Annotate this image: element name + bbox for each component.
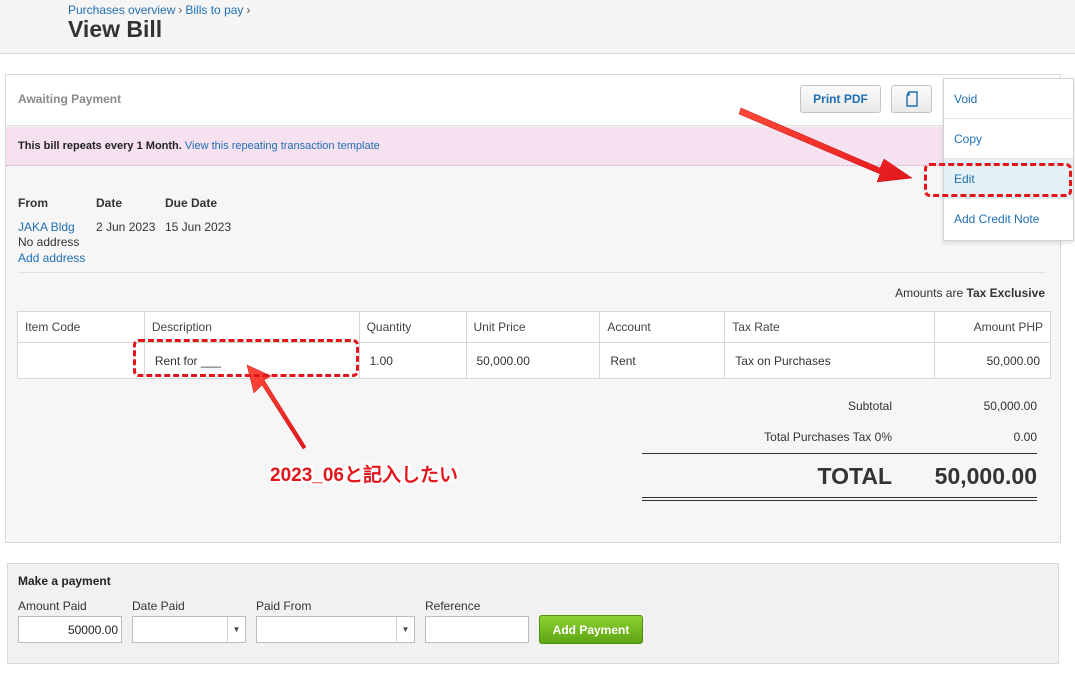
date-paid-input[interactable]: ▼ (132, 616, 246, 643)
annotation-note: 2023_06と記入したい (270, 465, 458, 486)
total-top-rule (642, 453, 1037, 454)
cell-quantity: 1.00 (358, 342, 467, 379)
cell-item-code (17, 342, 145, 379)
column-header-tax-rate: Tax Rate (724, 311, 936, 343)
amount-paid-value: 50000.00 (67, 622, 118, 637)
chevron-down-icon[interactable]: ▼ (227, 617, 245, 642)
table-header-row: Item Code Description Quantity Unit Pric… (17, 311, 1051, 343)
column-header-amount: Amount PHP (934, 311, 1051, 343)
bill-due-date: 15 Jun 2023 (165, 220, 232, 234)
tax-value: 0.00 (1013, 430, 1037, 444)
subtotal-value: 50,000.00 (983, 399, 1037, 413)
add-address-link[interactable]: Add address (18, 251, 85, 265)
breadcrumb-purchases-overview[interactable]: Purchases overview (68, 3, 175, 17)
add-payment-button[interactable]: Add Payment (539, 615, 643, 644)
repeating-template-link[interactable]: View this repeating transaction template (185, 140, 380, 152)
edit-highlight-box (924, 163, 1072, 197)
divider (18, 272, 1046, 273)
from-label: From (18, 196, 48, 210)
bill-card: Awaiting Payment Print PDF This bill rep… (5, 74, 1061, 543)
due-date-label: Due Date (165, 196, 218, 210)
cell-amount: 50,000.00 (934, 342, 1051, 379)
status-label: Awaiting Payment (18, 92, 122, 106)
cell-unit-price: 50,000.00 (465, 342, 601, 379)
paid-from-select[interactable]: ▼ (256, 616, 415, 643)
date-label: Date (96, 196, 123, 210)
column-header-quantity: Quantity (358, 311, 467, 343)
repeat-description: This bill repeats every 1 Month. (18, 140, 182, 152)
menu-item-copy[interactable]: Copy (944, 119, 1073, 159)
total-bottom-rule-double (642, 500, 1037, 501)
column-header-item-code: Item Code (17, 311, 145, 343)
breadcrumb-bills-to-pay[interactable]: Bills to pay (185, 3, 243, 17)
bill-options-menu: Void Copy Edit Add Credit Note (943, 78, 1074, 241)
tax-mode-note: Amounts are Tax Exclusive (895, 286, 1045, 300)
make-payment-panel: Make a payment Amount Paid Date Paid Pai… (7, 563, 1059, 664)
total-value: 50,000.00 (934, 463, 1037, 489)
date-paid-label: Date Paid (132, 599, 185, 613)
page-title: View Bill (68, 16, 163, 42)
breadcrumb: Purchases overview › Bills to pay › (68, 3, 253, 17)
document-icon (905, 91, 918, 107)
cell-account: Rent (599, 342, 726, 379)
paid-from-label: Paid From (256, 599, 312, 613)
copy-document-button[interactable] (891, 85, 932, 113)
amount-paid-label: Amount Paid (18, 599, 87, 613)
tax-label: Total Purchases Tax 0% (764, 430, 892, 444)
address-text: No address (18, 235, 80, 249)
tax-mode-value: Tax Exclusive (966, 286, 1046, 300)
bill-date: 2 Jun 2023 (96, 220, 156, 234)
reference-input[interactable] (425, 616, 529, 643)
reference-label: Reference (425, 599, 481, 613)
breadcrumb-separator: › (246, 3, 251, 17)
page-header: Purchases overview › Bills to pay › View Bi… (0, 0, 1075, 54)
make-payment-title: Make a payment (18, 574, 111, 588)
description-highlight-box (133, 339, 359, 377)
subtotal-label: Subtotal (847, 399, 892, 413)
menu-item-add-credit-note[interactable]: Add Credit Note (944, 199, 1073, 239)
contact-link[interactable]: JAKA Bldg (18, 220, 75, 234)
total-bottom-rule (642, 497, 1037, 498)
print-pdf-button[interactable]: Print PDF (800, 85, 881, 113)
bill-card-header: Awaiting Payment Print PDF (6, 75, 1060, 126)
total-label: TOTAL (817, 463, 892, 489)
cell-tax-rate: Tax on Purchases (724, 342, 936, 379)
chevron-down-icon[interactable]: ▼ (396, 617, 414, 642)
amounts-are-label: Amounts are (895, 286, 964, 300)
repeating-notice-text: This bill repeats every 1 Month. View th… (18, 140, 380, 152)
amount-paid-input[interactable]: 50000.00 (18, 616, 122, 643)
column-header-account: Account (599, 311, 726, 343)
column-header-unit-price: Unit Price (465, 311, 601, 343)
repeating-notice: This bill repeats every 1 Month. View th… (6, 127, 1060, 166)
column-header-description: Description (143, 311, 360, 343)
breadcrumb-separator: › (178, 3, 183, 17)
menu-item-void[interactable]: Void (944, 79, 1073, 119)
